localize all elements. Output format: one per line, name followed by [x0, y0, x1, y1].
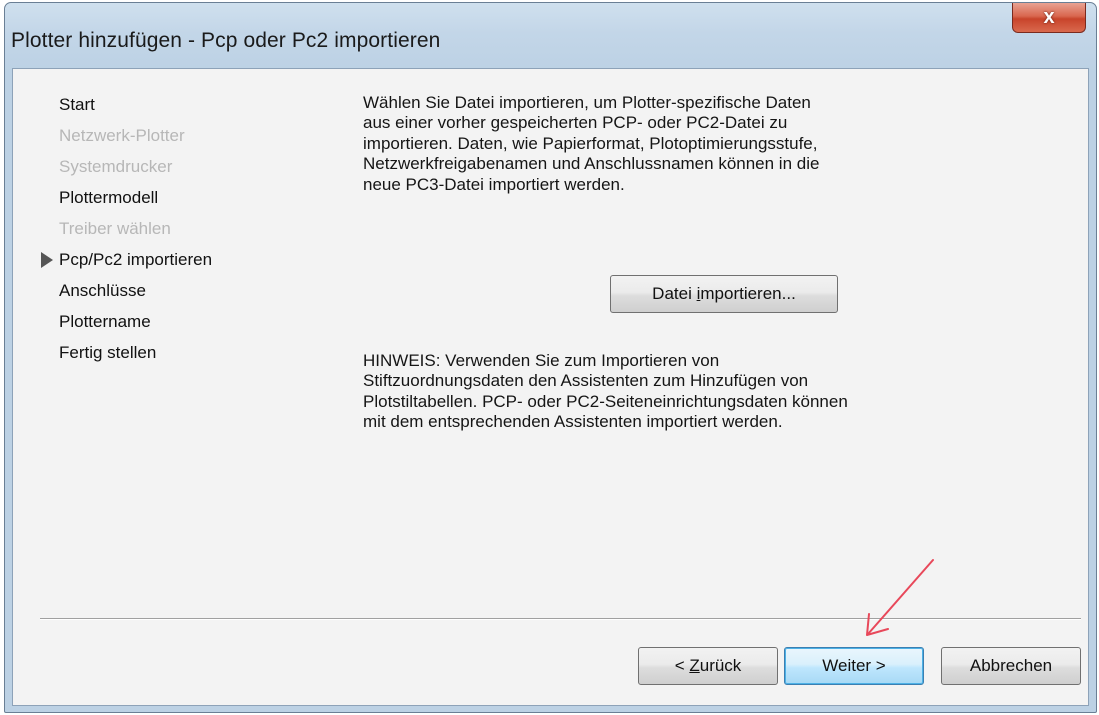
intro-line: aus einer vorher gespeicherten PCP- oder… — [363, 113, 788, 133]
import-file-button[interactable]: Datei importieren... — [610, 275, 838, 313]
intro-text: Wählen Sie Datei importieren, um Plotter… — [363, 93, 943, 195]
note-line: HINWEIS: Verwenden Sie zum Importieren v… — [363, 351, 720, 370]
note-line: Stiftzuordnungsdaten den Assistenten zum… — [363, 371, 809, 391]
back-button[interactable]: < Zurück — [638, 647, 778, 685]
close-icon: x — [1043, 6, 1055, 28]
cancel-button[interactable]: Abbrechen — [941, 647, 1081, 685]
dialog-window: Plotter hinzufügen - Pcp oder Pc2 import… — [4, 2, 1097, 713]
close-button[interactable]: x — [1012, 3, 1086, 33]
intro-line: importieren. Daten, wie Papierformat, Pl… — [363, 133, 818, 153]
note-text: HINWEIS: Verwenden Sie zum Importieren v… — [363, 351, 943, 433]
intro-line: neue PC3-Datei importiert werden. — [363, 174, 625, 194]
step-fertig-stellen: Fertig stellen — [59, 343, 157, 362]
title-bar[interactable]: Plotter hinzufügen - Pcp oder Pc2 import… — [5, 3, 1096, 67]
step-plottermodell: Plottermodell — [59, 188, 159, 207]
footer-separator — [40, 618, 1081, 620]
intro-line: Wählen Sie Datei importieren, um Plotter… — [363, 93, 811, 112]
step-systemdrucker: Systemdrucker — [59, 157, 173, 176]
step-netzwerk-plotter: Netzwerk-Plotter — [59, 126, 185, 145]
step-plottername: Plottername — [59, 312, 151, 331]
current-step-arrow-icon — [41, 252, 53, 268]
next-button[interactable]: Weiter > — [784, 647, 924, 685]
note-line: mit dem entsprechenden Assistenten impor… — [363, 412, 783, 432]
step-treiber-waehlen: Treiber wählen — [59, 219, 171, 238]
window-title: Plotter hinzufügen - Pcp oder Pc2 import… — [11, 29, 441, 52]
step-pcp-pc2-importieren: Pcp/Pc2 importieren — [41, 244, 212, 275]
step-start: Start — [59, 95, 95, 114]
step-anschluesse: Anschlüsse — [59, 281, 146, 300]
wizard-body: Start Netzwerk-Plotter Systemdrucker Plo… — [12, 68, 1089, 706]
intro-line: Netzwerkfreigabenamen und Anschlussnamen… — [363, 154, 820, 174]
note-line: Plotstiltabellen. PCP- oder PC2-Seitenei… — [363, 391, 848, 411]
wizard-steps: Start Netzwerk-Plotter Systemdrucker Plo… — [41, 89, 212, 368]
